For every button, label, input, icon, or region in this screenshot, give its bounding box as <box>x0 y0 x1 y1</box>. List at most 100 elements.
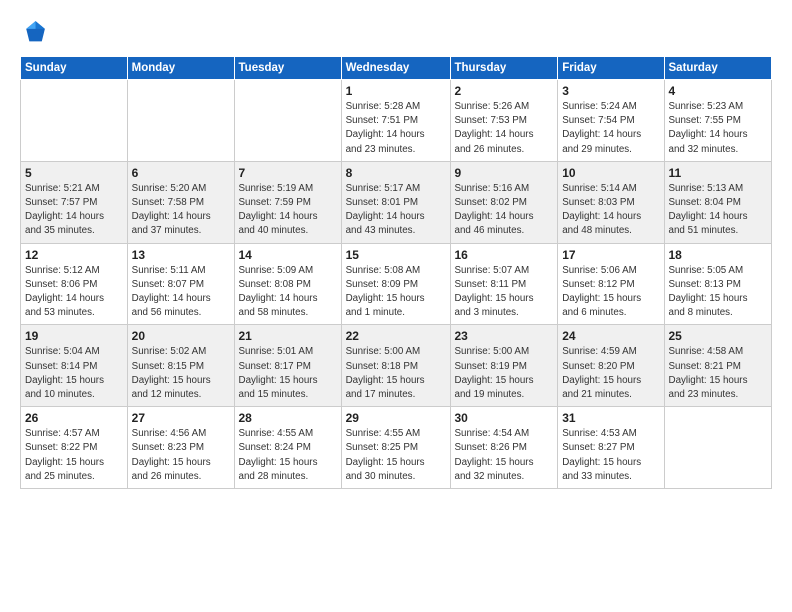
calendar-week-5: 26 Sunrise: 4:57 AM Sunset: 8:22 PM Dayli… <box>21 407 772 489</box>
calendar-cell: 19Sunrise: 5:04 AM Sunset: 8:14 PM Dayli… <box>21 325 128 407</box>
col-header-tuesday: Tuesday <box>234 57 341 80</box>
day-number: 12 <box>25 248 123 262</box>
day-number: 5 <box>25 166 123 180</box>
calendar-cell: 26 Sunrise: 4:57 AM Sunset: 8:22 PM Dayli… <box>21 407 128 489</box>
calendar-cell: 10 Sunrise: 5:14 AM Sunset: 8:03 PM Dayli… <box>558 161 664 243</box>
calendar-cell <box>234 80 341 162</box>
day-number: 25 <box>669 329 768 343</box>
calendar-cell: 6 Sunrise: 5:20 AM Sunset: 7:58 PM Daylig… <box>127 161 234 243</box>
day-number: 19 <box>25 329 123 343</box>
day-number: 20 <box>132 329 230 343</box>
day-info: Sunrise: 5:00 AM Sunset: 8:18 PM Dayligh… <box>346 345 446 402</box>
day-number: 15 <box>346 248 446 262</box>
day-number: 22 <box>346 329 446 343</box>
day-number: 11 <box>669 166 768 180</box>
day-number: 23 <box>455 329 554 343</box>
day-number: 17 <box>562 248 659 262</box>
day-info: Sunrise: 4:56 AM Sunset: 8:23 PM Dayligh… <box>132 427 230 484</box>
day-info: Sunrise: 5:12 AM Sunset: 8:06 PM Dayligh… <box>25 264 123 321</box>
col-header-friday: Friday <box>558 57 664 80</box>
day-number: 2 <box>455 84 554 98</box>
day-number: 9 <box>455 166 554 180</box>
day-info: Sunrise: 5:13 AM Sunset: 8:04 PM Dayligh… <box>669 182 768 239</box>
calendar-cell: 4 Sunrise: 5:23 AM Sunset: 7:55 PM Daylig… <box>664 80 772 162</box>
calendar-cell: 20 Sunrise: 5:02 AM Sunset: 8:15 PM Dayli… <box>127 325 234 407</box>
day-number: 13 <box>132 248 230 262</box>
day-info: Sunrise: 5:11 AM Sunset: 8:07 PM Dayligh… <box>132 264 230 321</box>
day-number: 24 <box>562 329 659 343</box>
calendar-cell: 3 Sunrise: 5:24 AM Sunset: 7:54 PM Daylig… <box>558 80 664 162</box>
page: SundayMondayTuesdayWednesdayThursdayFrid… <box>0 0 792 499</box>
day-info: Sunrise: 5:23 AM Sunset: 7:55 PM Dayligh… <box>669 100 768 157</box>
day-number: 6 <box>132 166 230 180</box>
day-number: 4 <box>669 84 768 98</box>
col-header-sunday: Sunday <box>21 57 128 80</box>
calendar-week-2: 5 Sunrise: 5:21 AM Sunset: 7:57 PM Daylig… <box>21 161 772 243</box>
day-info: Sunrise: 5:02 AM Sunset: 8:15 PM Dayligh… <box>132 345 230 402</box>
day-number: 14 <box>239 248 337 262</box>
calendar-cell: 16Sunrise: 5:07 AM Sunset: 8:11 PM Dayli… <box>450 243 558 325</box>
logo <box>20 18 52 46</box>
calendar-cell: 14 Sunrise: 5:09 AM Sunset: 8:08 PM Dayli… <box>234 243 341 325</box>
day-info: Sunrise: 4:57 AM Sunset: 8:22 PM Dayligh… <box>25 427 123 484</box>
col-header-saturday: Saturday <box>664 57 772 80</box>
calendar-cell <box>21 80 128 162</box>
calendar-cell: 7 Sunrise: 5:19 AM Sunset: 7:59 PM Daylig… <box>234 161 341 243</box>
day-info: Sunrise: 4:55 AM Sunset: 8:25 PM Dayligh… <box>346 427 446 484</box>
day-info: Sunrise: 5:01 AM Sunset: 8:17 PM Dayligh… <box>239 345 337 402</box>
calendar-week-1: 1Sunrise: 5:28 AM Sunset: 7:51 PM Daylig… <box>21 80 772 162</box>
day-number: 21 <box>239 329 337 343</box>
calendar-cell: 5 Sunrise: 5:21 AM Sunset: 7:57 PM Daylig… <box>21 161 128 243</box>
day-info: Sunrise: 5:20 AM Sunset: 7:58 PM Dayligh… <box>132 182 230 239</box>
calendar-cell: 13 Sunrise: 5:11 AM Sunset: 8:07 PM Dayli… <box>127 243 234 325</box>
day-info: Sunrise: 5:17 AM Sunset: 8:01 PM Dayligh… <box>346 182 446 239</box>
day-number: 7 <box>239 166 337 180</box>
day-number: 18 <box>669 248 768 262</box>
day-number: 29 <box>346 411 446 425</box>
logo-icon <box>20 18 48 46</box>
calendar-cell: 1Sunrise: 5:28 AM Sunset: 7:51 PM Daylig… <box>341 80 450 162</box>
day-number: 26 <box>25 411 123 425</box>
day-info: Sunrise: 5:26 AM Sunset: 7:53 PM Dayligh… <box>455 100 554 157</box>
calendar-cell: 30 Sunrise: 4:54 AM Sunset: 8:26 PM Dayli… <box>450 407 558 489</box>
day-info: Sunrise: 5:21 AM Sunset: 7:57 PM Dayligh… <box>25 182 123 239</box>
calendar-table: SundayMondayTuesdayWednesdayThursdayFrid… <box>20 56 772 489</box>
col-header-monday: Monday <box>127 57 234 80</box>
calendar-cell: 22 Sunrise: 5:00 AM Sunset: 8:18 PM Dayli… <box>341 325 450 407</box>
calendar-cell: 15 Sunrise: 5:08 AM Sunset: 8:09 PM Dayli… <box>341 243 450 325</box>
day-info: Sunrise: 5:19 AM Sunset: 7:59 PM Dayligh… <box>239 182 337 239</box>
day-number: 27 <box>132 411 230 425</box>
col-header-wednesday: Wednesday <box>341 57 450 80</box>
day-info: Sunrise: 5:14 AM Sunset: 8:03 PM Dayligh… <box>562 182 659 239</box>
calendar-cell: 9 Sunrise: 5:16 AM Sunset: 8:02 PM Daylig… <box>450 161 558 243</box>
calendar-cell <box>127 80 234 162</box>
calendar-cell: 11 Sunrise: 5:13 AM Sunset: 8:04 PM Dayli… <box>664 161 772 243</box>
day-number: 8 <box>346 166 446 180</box>
day-info: Sunrise: 4:54 AM Sunset: 8:26 PM Dayligh… <box>455 427 554 484</box>
calendar-cell: 23Sunrise: 5:00 AM Sunset: 8:19 PM Dayli… <box>450 325 558 407</box>
calendar-cell: 24 Sunrise: 4:59 AM Sunset: 8:20 PM Dayli… <box>558 325 664 407</box>
day-info: Sunrise: 5:24 AM Sunset: 7:54 PM Dayligh… <box>562 100 659 157</box>
calendar-cell: 2 Sunrise: 5:26 AM Sunset: 7:53 PM Daylig… <box>450 80 558 162</box>
calendar-cell: 12 Sunrise: 5:12 AM Sunset: 8:06 PM Dayli… <box>21 243 128 325</box>
day-number: 10 <box>562 166 659 180</box>
day-number: 28 <box>239 411 337 425</box>
day-info: Sunrise: 4:58 AM Sunset: 8:21 PM Dayligh… <box>669 345 768 402</box>
calendar-cell: 28 Sunrise: 4:55 AM Sunset: 8:24 PM Dayli… <box>234 407 341 489</box>
calendar-cell: 8 Sunrise: 5:17 AM Sunset: 8:01 PM Daylig… <box>341 161 450 243</box>
day-info: Sunrise: 5:16 AM Sunset: 8:02 PM Dayligh… <box>455 182 554 239</box>
col-header-thursday: Thursday <box>450 57 558 80</box>
day-info: Sunrise: 5:07 AM Sunset: 8:11 PM Dayligh… <box>455 264 554 321</box>
day-info: Sunrise: 5:09 AM Sunset: 8:08 PM Dayligh… <box>239 264 337 321</box>
day-number: 3 <box>562 84 659 98</box>
day-info: Sunrise: 4:59 AM Sunset: 8:20 PM Dayligh… <box>562 345 659 402</box>
day-number: 1 <box>346 84 446 98</box>
calendar-cell: 27 Sunrise: 4:56 AM Sunset: 8:23 PM Dayli… <box>127 407 234 489</box>
day-number: 30 <box>455 411 554 425</box>
day-info: Sunrise: 5:08 AM Sunset: 8:09 PM Dayligh… <box>346 264 446 321</box>
calendar-week-4: 19Sunrise: 5:04 AM Sunset: 8:14 PM Dayli… <box>21 325 772 407</box>
calendar-cell: 25 Sunrise: 4:58 AM Sunset: 8:21 PM Dayli… <box>664 325 772 407</box>
day-info: Sunrise: 4:55 AM Sunset: 8:24 PM Dayligh… <box>239 427 337 484</box>
header <box>20 18 772 46</box>
calendar-cell: 29 Sunrise: 4:55 AM Sunset: 8:25 PM Dayli… <box>341 407 450 489</box>
